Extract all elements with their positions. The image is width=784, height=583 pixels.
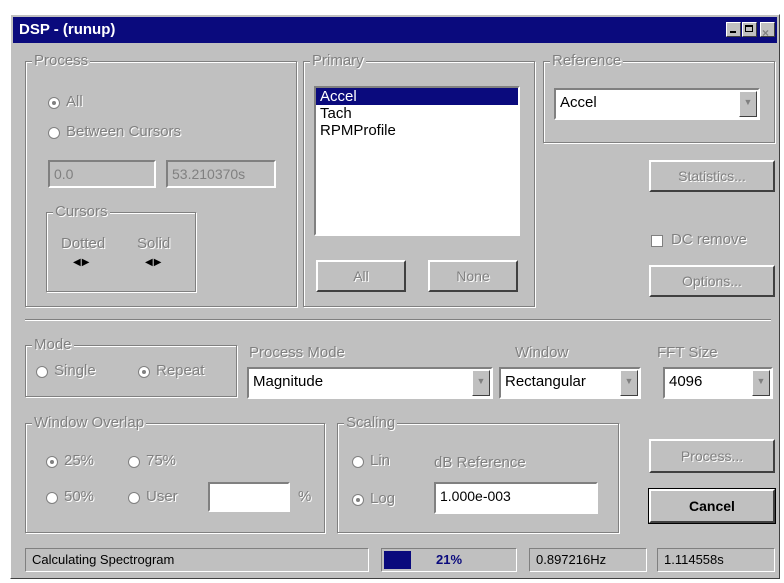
process-mode-value: Magnitude — [253, 373, 324, 390]
options-button[interactable]: Options... — [649, 265, 775, 297]
cursors-group: Cursors Dotted Solid ◀▶ ◀▶ — [46, 203, 196, 292]
window-title: DSP - (runup) — [19, 21, 116, 38]
mode-repeat-label: Repeat — [156, 362, 205, 379]
cancel-button[interactable]: Cancel — [648, 488, 776, 524]
process-mode-label: Process Mode — [249, 344, 345, 361]
maximize-button[interactable] — [742, 22, 757, 37]
maximize-icon — [745, 25, 753, 32]
scaling-log-radio[interactable] — [352, 494, 364, 506]
minimize-icon — [730, 31, 736, 33]
window-value: Rectangular — [505, 373, 586, 390]
scaling-lin-label: Lin — [370, 452, 391, 469]
window-overlap-group: Window Overlap 25% 75% 50% User % — [25, 414, 325, 533]
statistics-button[interactable]: Statistics... — [649, 160, 775, 192]
dotted-label: Dotted — [61, 235, 106, 252]
fft-size-label: FFT Size — [657, 344, 718, 361]
overlap-50-radio[interactable] — [46, 492, 58, 504]
between-cursors-label: Between Cursors — [66, 123, 182, 140]
overlap-25-label: 25% — [64, 452, 95, 469]
primary-group: Primary Accel Tach RPMProfile All None — [303, 52, 535, 307]
dc-remove-checkbox[interactable] — [651, 235, 663, 247]
primary-item-rpmprofile[interactable]: RPMProfile — [316, 122, 518, 139]
primary-item-tach[interactable]: Tach — [316, 105, 518, 122]
status-message: Calculating Spectrogram — [25, 548, 369, 572]
title-bar[interactable]: DSP - (runup) × — [13, 17, 777, 43]
overlap-percent-label: % — [298, 488, 312, 505]
process-all-radio[interactable] — [48, 97, 60, 109]
process-all-label: All — [66, 93, 83, 110]
cursor-end-field[interactable]: 53.210370s — [166, 160, 276, 188]
scaling-group-label: Scaling — [344, 414, 398, 431]
status-frequency: 0.897216Hz — [529, 548, 647, 572]
dsp-dialog: DSP - (runup) × Process All Between Curs… — [10, 14, 780, 579]
solid-label: Solid — [137, 235, 171, 252]
overlap-75-radio[interactable] — [128, 456, 140, 468]
reference-value: Accel — [560, 94, 597, 111]
chevron-down-icon[interactable]: ▼ — [752, 370, 770, 396]
overlap-user-radio[interactable] — [128, 492, 140, 504]
primary-group-label: Primary — [310, 52, 366, 69]
primary-item-accel[interactable]: Accel — [316, 88, 518, 105]
progress-bar: 21% — [381, 548, 517, 572]
window-label: Window — [515, 344, 569, 361]
reference-group: Reference Accel ▼ — [543, 52, 775, 143]
mode-group-label: Mode — [32, 336, 74, 353]
process-mode-combo[interactable]: Magnitude ▼ — [247, 367, 493, 399]
scaling-group: Scaling Lin dB Reference Log 1.000e-003 — [337, 414, 619, 533]
reference-combo[interactable]: Accel ▼ — [554, 88, 760, 120]
close-icon: × — [762, 26, 770, 40]
overlap-50-label: 50% — [64, 488, 95, 505]
fft-size-value: 4096 — [669, 373, 703, 390]
scaling-log-label: Log — [370, 490, 396, 507]
process-button[interactable]: Process... — [649, 439, 775, 473]
overlap-user-input[interactable] — [208, 482, 290, 512]
primary-listbox[interactable]: Accel Tach RPMProfile — [314, 86, 520, 236]
chevron-down-icon[interactable]: ▼ — [620, 370, 638, 396]
select-none-button[interactable]: None — [428, 260, 518, 292]
dc-remove-label: DC remove — [671, 231, 747, 248]
close-button[interactable]: × — [760, 22, 775, 40]
window-overlap-group-label: Window Overlap — [32, 414, 147, 431]
mode-single-radio[interactable] — [36, 366, 48, 378]
between-cursors-radio[interactable] — [48, 127, 60, 139]
minimize-button[interactable] — [726, 22, 741, 37]
overlap-75-label: 75% — [146, 452, 177, 469]
select-all-button[interactable]: All — [316, 260, 406, 292]
process-group: Process All Between Cursors 0.0 53.21037… — [25, 52, 297, 307]
solid-cursor-arrows[interactable]: ◀▶ — [145, 257, 162, 268]
mode-repeat-radio[interactable] — [138, 366, 150, 378]
chevron-down-icon[interactable]: ▼ — [739, 91, 757, 117]
chevron-down-icon[interactable]: ▼ — [472, 370, 490, 396]
dotted-cursor-arrows[interactable]: ◀▶ — [73, 257, 90, 268]
window-combo[interactable]: Rectangular ▼ — [499, 367, 641, 399]
db-reference-label: dB Reference — [434, 454, 526, 471]
overlap-user-label: User — [146, 488, 178, 505]
mode-single-label: Single — [54, 362, 96, 379]
cursors-group-label: Cursors — [53, 203, 110, 220]
cursor-start-field[interactable]: 0.0 — [48, 160, 156, 188]
reference-group-label: Reference — [550, 52, 624, 69]
overlap-25-radio[interactable] — [46, 456, 58, 468]
scaling-lin-radio[interactable] — [352, 456, 364, 468]
separator — [25, 319, 771, 321]
db-reference-input[interactable]: 1.000e-003 — [434, 482, 598, 514]
status-time: 1.114558s — [657, 548, 775, 572]
process-group-label: Process — [32, 52, 91, 69]
mode-group: Mode Single Repeat — [25, 336, 237, 397]
progress-text: 21% — [435, 552, 463, 567]
fft-size-combo[interactable]: 4096 ▼ — [663, 367, 773, 399]
